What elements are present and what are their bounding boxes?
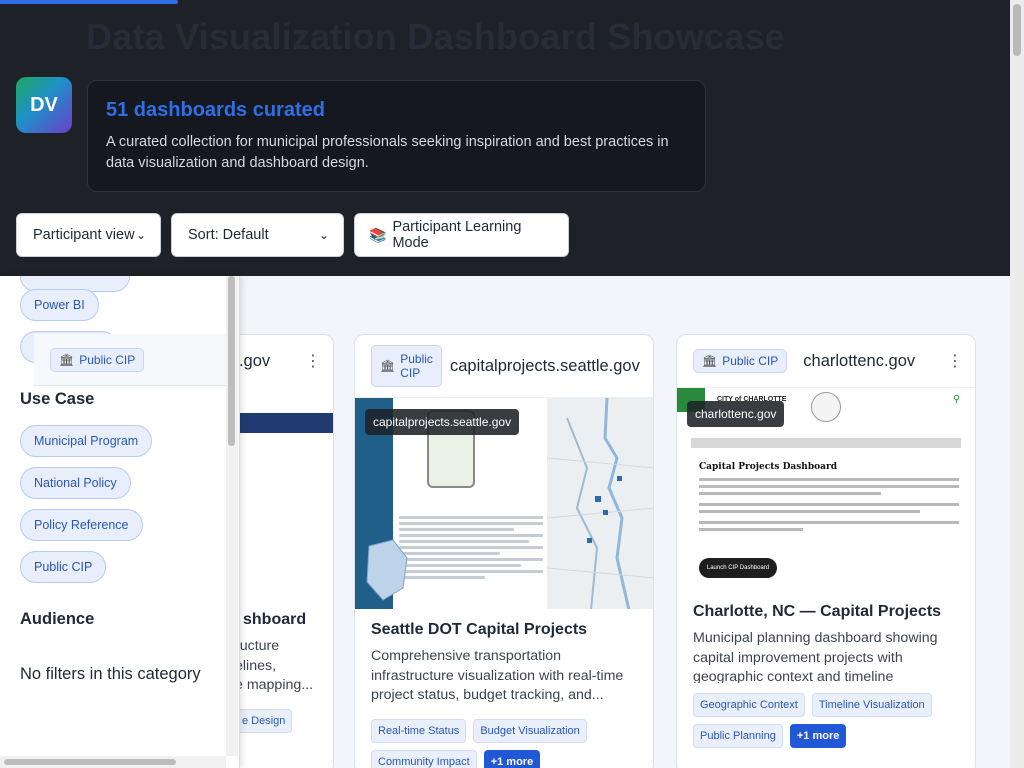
preview-banner — [235, 413, 333, 433]
tag[interactable]: Geographic Context — [693, 693, 805, 717]
bank-icon: 🏛 — [702, 354, 718, 368]
preview-heading: Capital Projects Dashboard — [699, 462, 837, 472]
tag[interactable]: Budget Visualization — [473, 719, 587, 743]
app-logo: DV — [16, 77, 72, 133]
books-icon: 📚 — [369, 226, 387, 243]
preview-launch-button: Launch CIP Dashboard — [699, 558, 777, 578]
filter-pill-national-policy[interactable]: National Policy — [20, 467, 131, 499]
intro-card: 51 dashboards curated A curated collecti… — [87, 80, 706, 192]
category-badge: 🏛 Public CIP — [50, 347, 145, 372]
page-title: Data Visualization Dashboard Showcase — [86, 16, 785, 57]
card-preview-image[interactable]: CITY of CHARLOTTE ⚲ Capital Projects Das… — [677, 387, 975, 591]
domain-tooltip: capitalprojects.seattle.gov — [365, 409, 520, 435]
filter-pill-policy-reference[interactable]: Policy Reference — [20, 509, 143, 541]
category-badge: 🏛 Public CIP — [371, 345, 442, 387]
card-title[interactable]: Charlotte, NC — Capital Projects — [677, 591, 975, 621]
sort-select-value: Sort: Default — [188, 227, 269, 243]
tag-list: Geographic Context Timeline Visualizatio… — [677, 683, 975, 748]
more-tags-button[interactable]: +1 more — [789, 724, 847, 748]
preview-map — [546, 398, 653, 609]
bank-icon: 🏛 — [380, 359, 396, 373]
tag[interactable]: Timeline Visualization — [811, 693, 932, 717]
intro-description: A curated collection for municipal profe… — [106, 134, 669, 171]
card-domain[interactable]: charlottenc.gov — [803, 352, 915, 371]
bank-icon: 🏛 — [59, 352, 75, 367]
card-header: 🏛 Public CIP charlottenc.gov ⋮ — [677, 335, 975, 387]
filter-pill-municipal-program[interactable]: Municipal Program — [20, 425, 153, 457]
card-domain[interactable]: capitalprojects.seattle.gov — [450, 357, 640, 376]
dashboard-count: 51 dashboards curated — [106, 99, 325, 121]
chevron-down-icon: ⌄ — [135, 228, 146, 242]
more-options-icon[interactable]: ⋮ — [305, 351, 321, 371]
card-header: 🏛 Public CIP capitalprojects.seattle.gov — [355, 335, 653, 397]
learning-mode-label: Participant Learning Mode — [392, 219, 522, 251]
load-progress-bar — [0, 0, 178, 4]
nyc-card-header-overlay: 🏛 Public CIP — [34, 334, 226, 386]
category-badge: 🏛 Public CIP — [693, 349, 788, 373]
page-scrollbar[interactable] — [1010, 0, 1024, 768]
sidebar-horizontal-scrollbar-thumb[interactable] — [4, 759, 176, 765]
dashboard-card[interactable]: 🏛 Public CIP charlottenc.gov ⋮ CITY of C… — [676, 334, 976, 768]
card-description: Municipal planning dashboard showing cap… — [693, 630, 938, 683]
tag[interactable]: Community Impact — [371, 750, 477, 768]
chevron-down-icon: ⌄ — [318, 228, 329, 242]
page-scrollbar-thumb[interactable] — [1013, 4, 1021, 56]
tag[interactable]: Real-time Status — [371, 719, 467, 743]
audience-empty-message: No filters in this category — [20, 665, 201, 683]
more-tags-button[interactable]: +1 more — [483, 750, 541, 768]
view-select-value: Participant view — [33, 227, 135, 243]
audience-heading: Audience — [20, 610, 95, 628]
sort-select[interactable]: Sort: Default ⌄ — [171, 213, 344, 257]
sidebar-scrollbar-thumb[interactable] — [228, 276, 235, 446]
card-title[interactable]: Seattle DOT Capital Projects — [355, 609, 653, 639]
tag[interactable]: e Design — [235, 709, 293, 733]
dashboard-card[interactable]: 🏛 Public CIP capitalprojects.seattle.gov — [354, 334, 654, 768]
learning-mode-button[interactable]: 📚 Participant Learning Mode — [354, 213, 569, 257]
card-description: Comprehensive transportation infrastruct… — [371, 648, 624, 703]
search-icon: ⚲ — [953, 394, 961, 405]
preview-breadcrumb — [691, 438, 961, 448]
preview-city-map — [366, 539, 408, 601]
card-preview-image[interactable]: capitalprojects.seattle.gov — [355, 397, 653, 609]
filter-pill-public-cip[interactable]: Public CIP — [20, 551, 107, 583]
tag-list: Real-time Status Budget Visualization Co… — [355, 709, 653, 768]
filter-pill-power-bi[interactable]: Power BI — [20, 289, 99, 321]
more-options-icon[interactable]: ⋮ — [947, 351, 963, 371]
use-case-heading: Use Case — [20, 390, 95, 408]
view-select[interactable]: Participant view ⌄ — [16, 213, 161, 257]
page-header: Data Visualization Dashboard Showcase DV… — [0, 0, 1010, 276]
tag[interactable]: Public Planning — [693, 724, 783, 748]
preview-city-seal — [811, 392, 841, 422]
domain-tooltip: charlottenc.gov — [687, 401, 785, 427]
